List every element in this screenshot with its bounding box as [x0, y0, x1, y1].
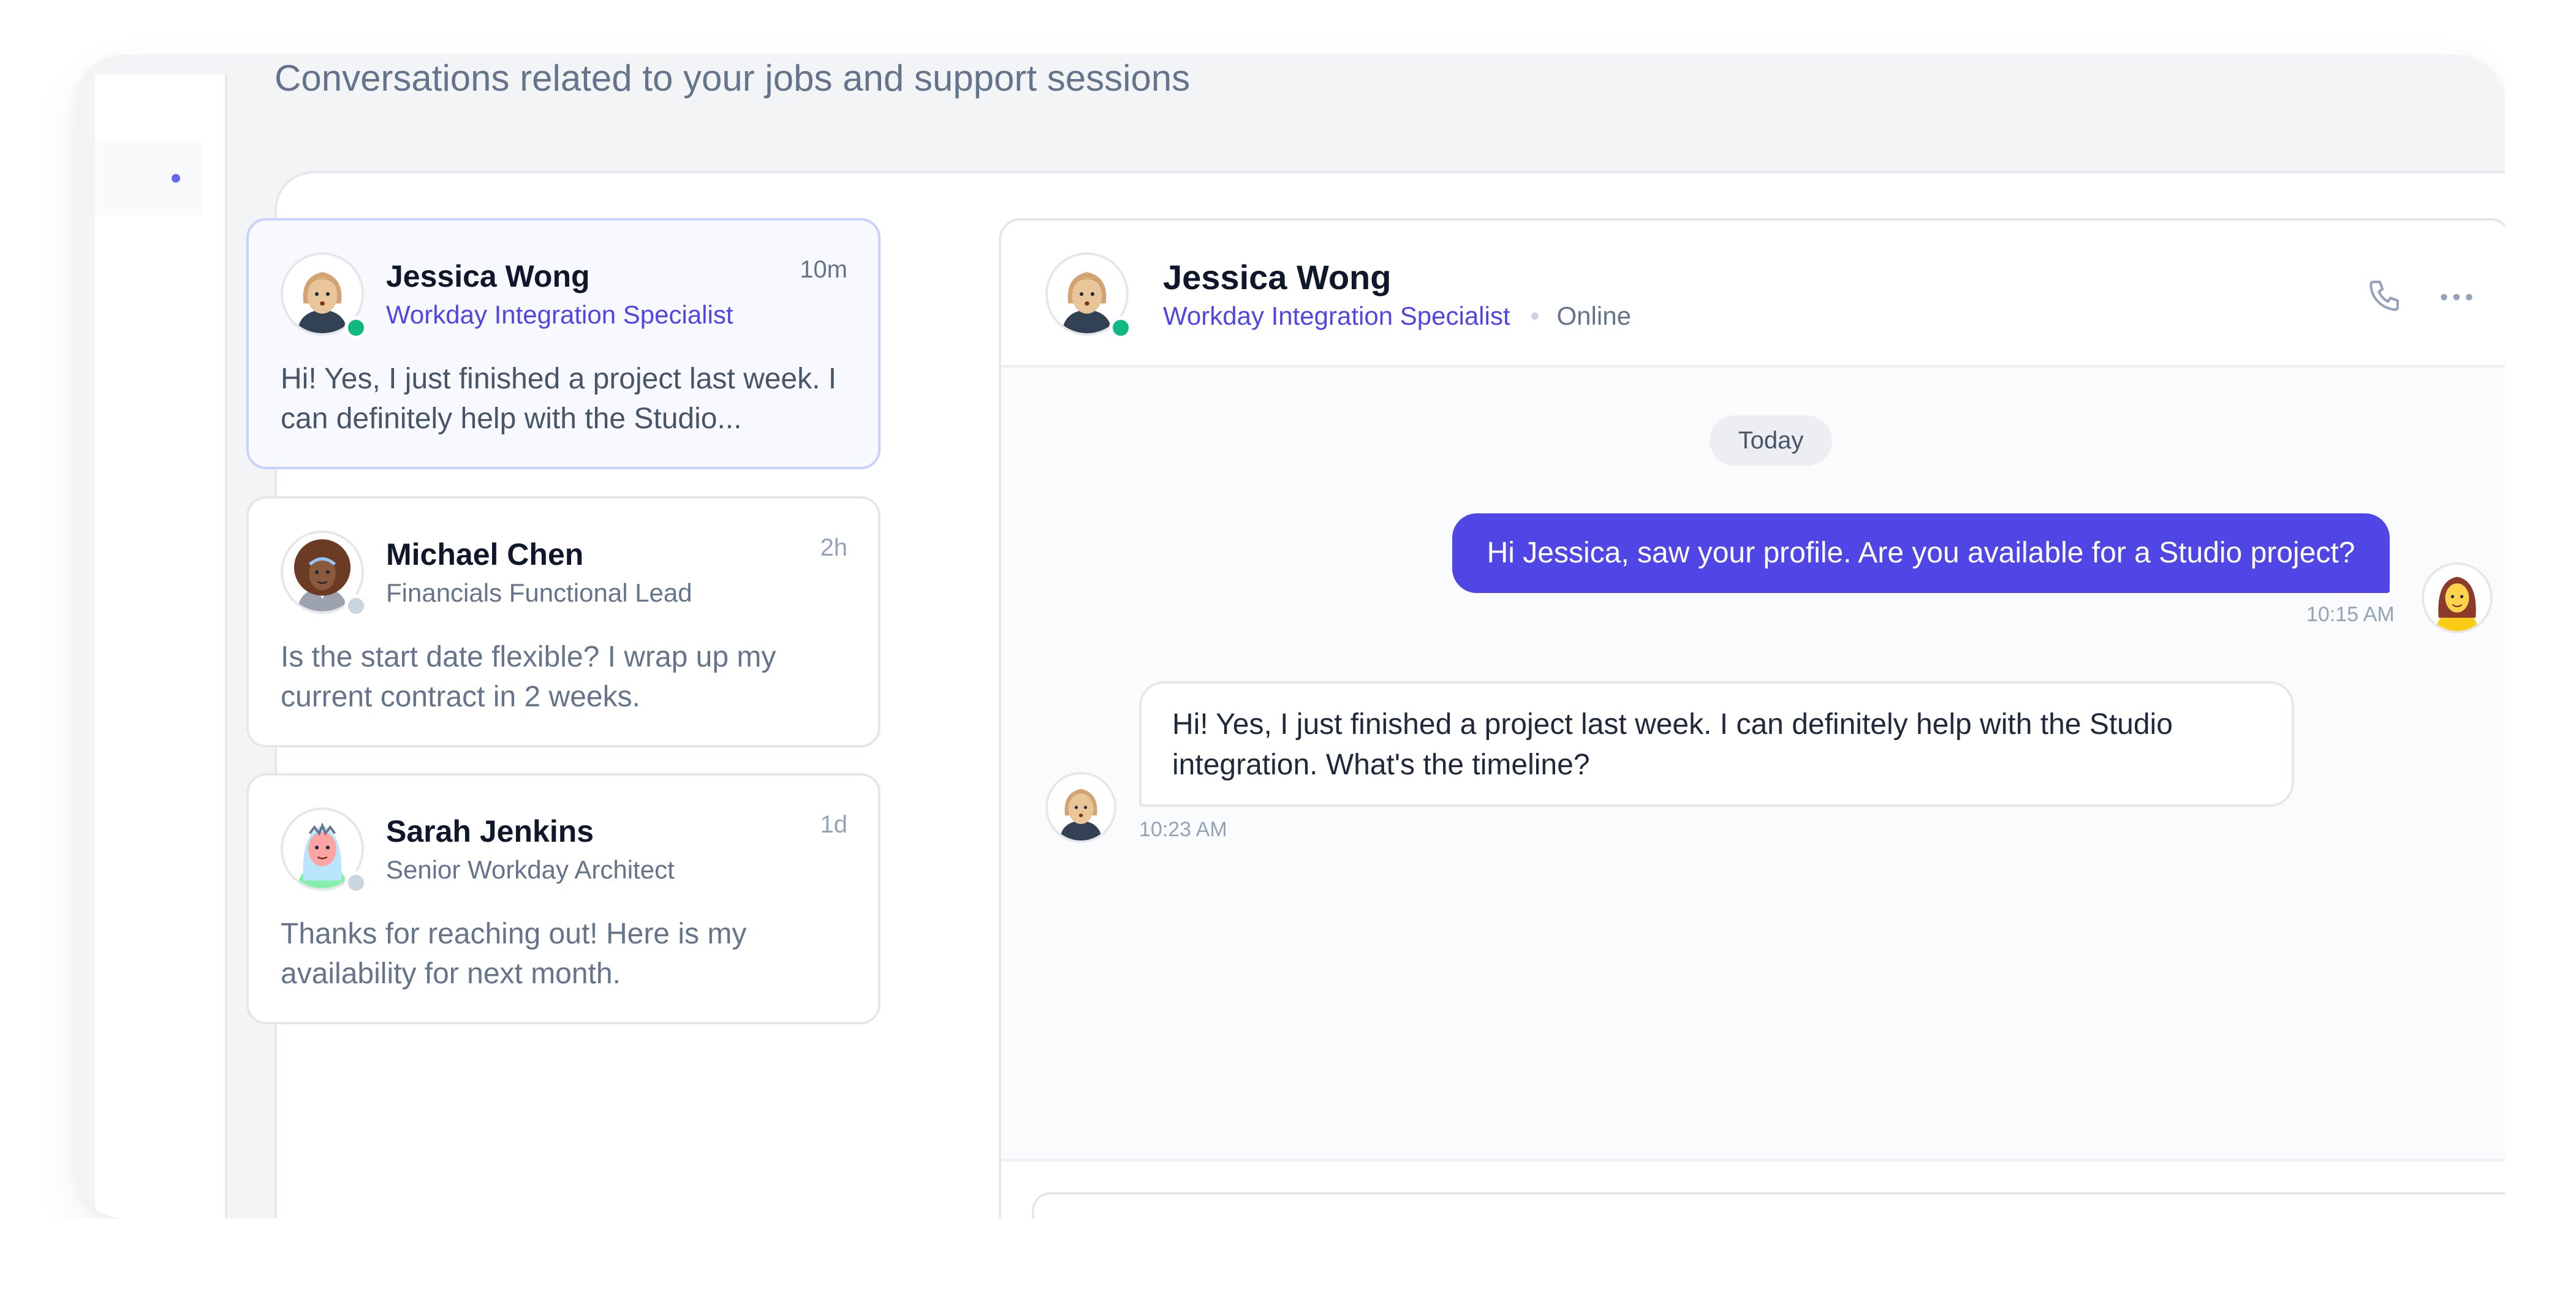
conversation-preview: Hi! Yes, I just finished a project last …	[281, 363, 837, 435]
conversation-name: Michael Chen	[386, 537, 584, 572]
sidebar	[95, 74, 227, 1218]
chat-header: Jessica Wong Workday Integration Special…	[1001, 221, 2510, 368]
outgoing-message: Hi Jessica, saw your profile. Are you av…	[1452, 513, 2390, 593]
offline-status-dot	[344, 871, 368, 894]
sidebar-item-active[interactable]	[95, 142, 203, 215]
chat-panel: Jessica Wong Workday Integration Special…	[999, 218, 2512, 1260]
conversation-role: Workday Integration Specialist	[386, 300, 733, 329]
active-indicator-dot	[172, 174, 180, 183]
page-right-margin	[2505, 0, 2576, 1311]
conversation-name: Jessica Wong	[386, 259, 590, 293]
phone-icon	[2370, 281, 2399, 311]
more-horizontal-icon	[2441, 293, 2472, 301]
call-button[interactable]	[2365, 276, 2407, 319]
conversation-time: 1d	[820, 811, 848, 838]
more-options-button[interactable]	[2435, 276, 2478, 319]
conversation-time: 2h	[820, 534, 848, 561]
conversation-card-sarah-jenkins[interactable]: Sarah Jenkins Senior Workday Architect 1…	[246, 773, 881, 1024]
avatar-jessica-icon	[1048, 774, 1114, 841]
chat-contact-role: Workday Integration Specialist	[1163, 301, 1510, 330]
page-subtitle: Conversations related to your jobs and s…	[275, 58, 1191, 99]
separator-dot	[1531, 312, 1539, 320]
chat-contact-name: Jessica Wong	[1163, 258, 1392, 297]
incoming-message: Hi! Yes, I just finished a project last …	[1139, 681, 2294, 807]
online-status-dot	[344, 316, 368, 339]
avatar	[2422, 562, 2493, 633]
conversation-preview: Is the start date flexible? I wrap up my…	[281, 641, 776, 713]
chat-contact-meta: Workday Integration Specialist Online	[1163, 301, 1631, 331]
chat-presence-status: Online	[1556, 301, 1631, 330]
offline-status-dot	[344, 594, 368, 618]
conversation-preview: Thanks for reaching out! Here is my avai…	[281, 918, 747, 990]
avatar-current-user-icon	[2424, 565, 2490, 631]
date-divider: Today	[1710, 415, 1832, 466]
conversation-card-michael-chen[interactable]: Michael Chen Financials Functional Lead …	[246, 496, 881, 747]
avatar	[1045, 772, 1116, 843]
conversation-card-jessica-wong[interactable]: Jessica Wong Workday Integration Special…	[246, 218, 881, 469]
conversation-role: Financials Functional Lead	[386, 578, 692, 607]
online-status-dot	[1109, 316, 1132, 339]
page-bottom-margin	[0, 1218, 2576, 1311]
conversation-time: 10m	[800, 256, 847, 283]
message-timestamp: 10:23 AM	[1139, 818, 1227, 841]
message-timestamp: 10:15 AM	[2306, 603, 2395, 626]
conversation-role: Senior Workday Architect	[386, 855, 675, 884]
conversation-name: Sarah Jenkins	[386, 814, 594, 848]
